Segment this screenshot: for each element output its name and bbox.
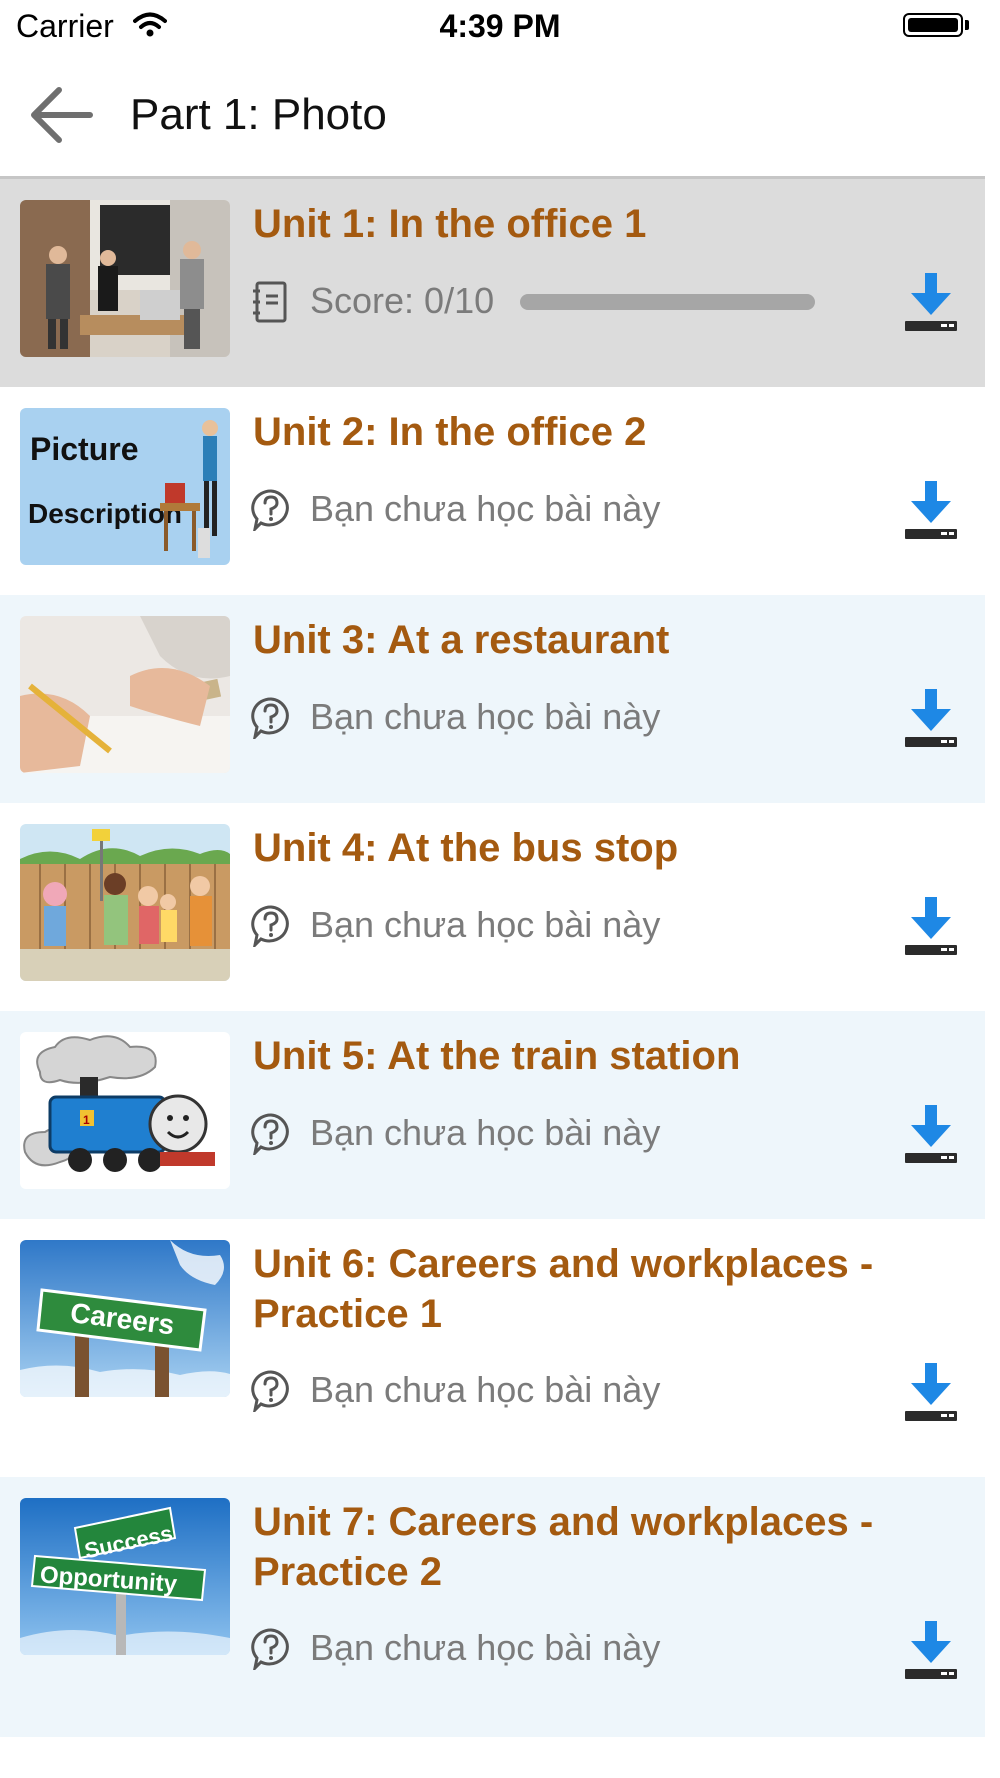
battery-tip: [965, 20, 969, 30]
question-icon: [249, 487, 293, 534]
unit-7-title: Unit 7: Careers and workplaces - Practic…: [253, 1500, 874, 1594]
question-icon: [249, 1626, 293, 1673]
unit-6-thumbnail: Careers: [20, 1240, 230, 1397]
unit-5-title: Unit 5: At the train station: [253, 1034, 741, 1078]
unit-4-status: Bạn chưa học bài này: [310, 904, 661, 945]
question-icon: [249, 1368, 293, 1415]
battery-icon: [903, 13, 963, 37]
unit-3-status: Bạn chưa học bài này: [310, 696, 661, 737]
unit-4-title: Unit 4: At the bus stop: [253, 826, 679, 870]
unit-row-5[interactable]: 1 Unit 5: At the train station Bạn chưa …: [0, 1011, 985, 1219]
unit-row-7[interactable]: Success Opportunity Unit 7: Careers and …: [0, 1477, 985, 1737]
clock: 4:39 PM: [439, 8, 561, 44]
svg-text:1: 1: [83, 1113, 90, 1127]
question-icon: [249, 695, 293, 742]
svg-text:Picture: Picture: [30, 431, 138, 467]
question-icon: [249, 903, 293, 950]
unit-row-4[interactable]: Unit 4: At the bus stop Bạn chưa học bài…: [0, 803, 985, 1011]
download-icon[interactable]: [903, 1105, 959, 1165]
unit-3-thumbnail: [20, 616, 230, 773]
unit-list: Unit 1: In the office 1 Score: 0/10 Pict…: [0, 179, 985, 1737]
download-icon[interactable]: [903, 1621, 959, 1681]
download-icon[interactable]: [903, 1363, 959, 1423]
download-icon[interactable]: [903, 481, 959, 541]
back-arrow-icon[interactable]: [28, 84, 94, 146]
unit-row-2[interactable]: Picture Description Unit 2: In the offic…: [0, 387, 985, 595]
unit-4-thumbnail: [20, 824, 230, 981]
unit-7-thumbnail: Success Opportunity: [20, 1498, 230, 1655]
unit-2-thumbnail: Picture Description: [20, 408, 230, 565]
question-icon: [249, 1111, 293, 1158]
download-icon[interactable]: [903, 689, 959, 749]
download-icon[interactable]: [903, 273, 959, 333]
unit-6-title: Unit 6: Careers and workplaces - Practic…: [253, 1242, 874, 1336]
notebook-icon: [249, 280, 293, 324]
unit-2-status: Bạn chưa học bài này: [310, 488, 661, 529]
svg-text:Description: Description: [28, 498, 182, 529]
unit-row-6[interactable]: Careers Unit 6: Careers and workplaces -…: [0, 1219, 985, 1477]
unit-5-status: Bạn chưa học bài này: [310, 1112, 661, 1153]
unit-row-3[interactable]: Unit 3: At a restaurant Bạn chưa học bài…: [0, 595, 985, 803]
unit-1-progress-bar: [520, 294, 815, 310]
page-title: Part 1: Photo: [130, 90, 387, 139]
unit-1-title: Unit 1: In the office 1: [253, 202, 647, 246]
unit-5-thumbnail: 1: [20, 1032, 230, 1189]
unit-1-thumbnail: [20, 200, 230, 357]
unit-3-title: Unit 3: At a restaurant: [253, 618, 670, 662]
unit-2-title: Unit 2: In the office 2: [253, 410, 647, 454]
status-bar: Carrier 4:39 PM: [0, 0, 1000, 54]
unit-6-status: Bạn chưa học bài này: [310, 1369, 661, 1410]
unit-1-score: Score: 0/10: [310, 280, 495, 321]
download-icon[interactable]: [903, 897, 959, 957]
unit-7-status: Bạn chưa học bài này: [310, 1627, 661, 1668]
navigation-bar: Part 1: Photo: [0, 54, 985, 179]
unit-row-1[interactable]: Unit 1: In the office 1 Score: 0/10: [0, 179, 985, 387]
